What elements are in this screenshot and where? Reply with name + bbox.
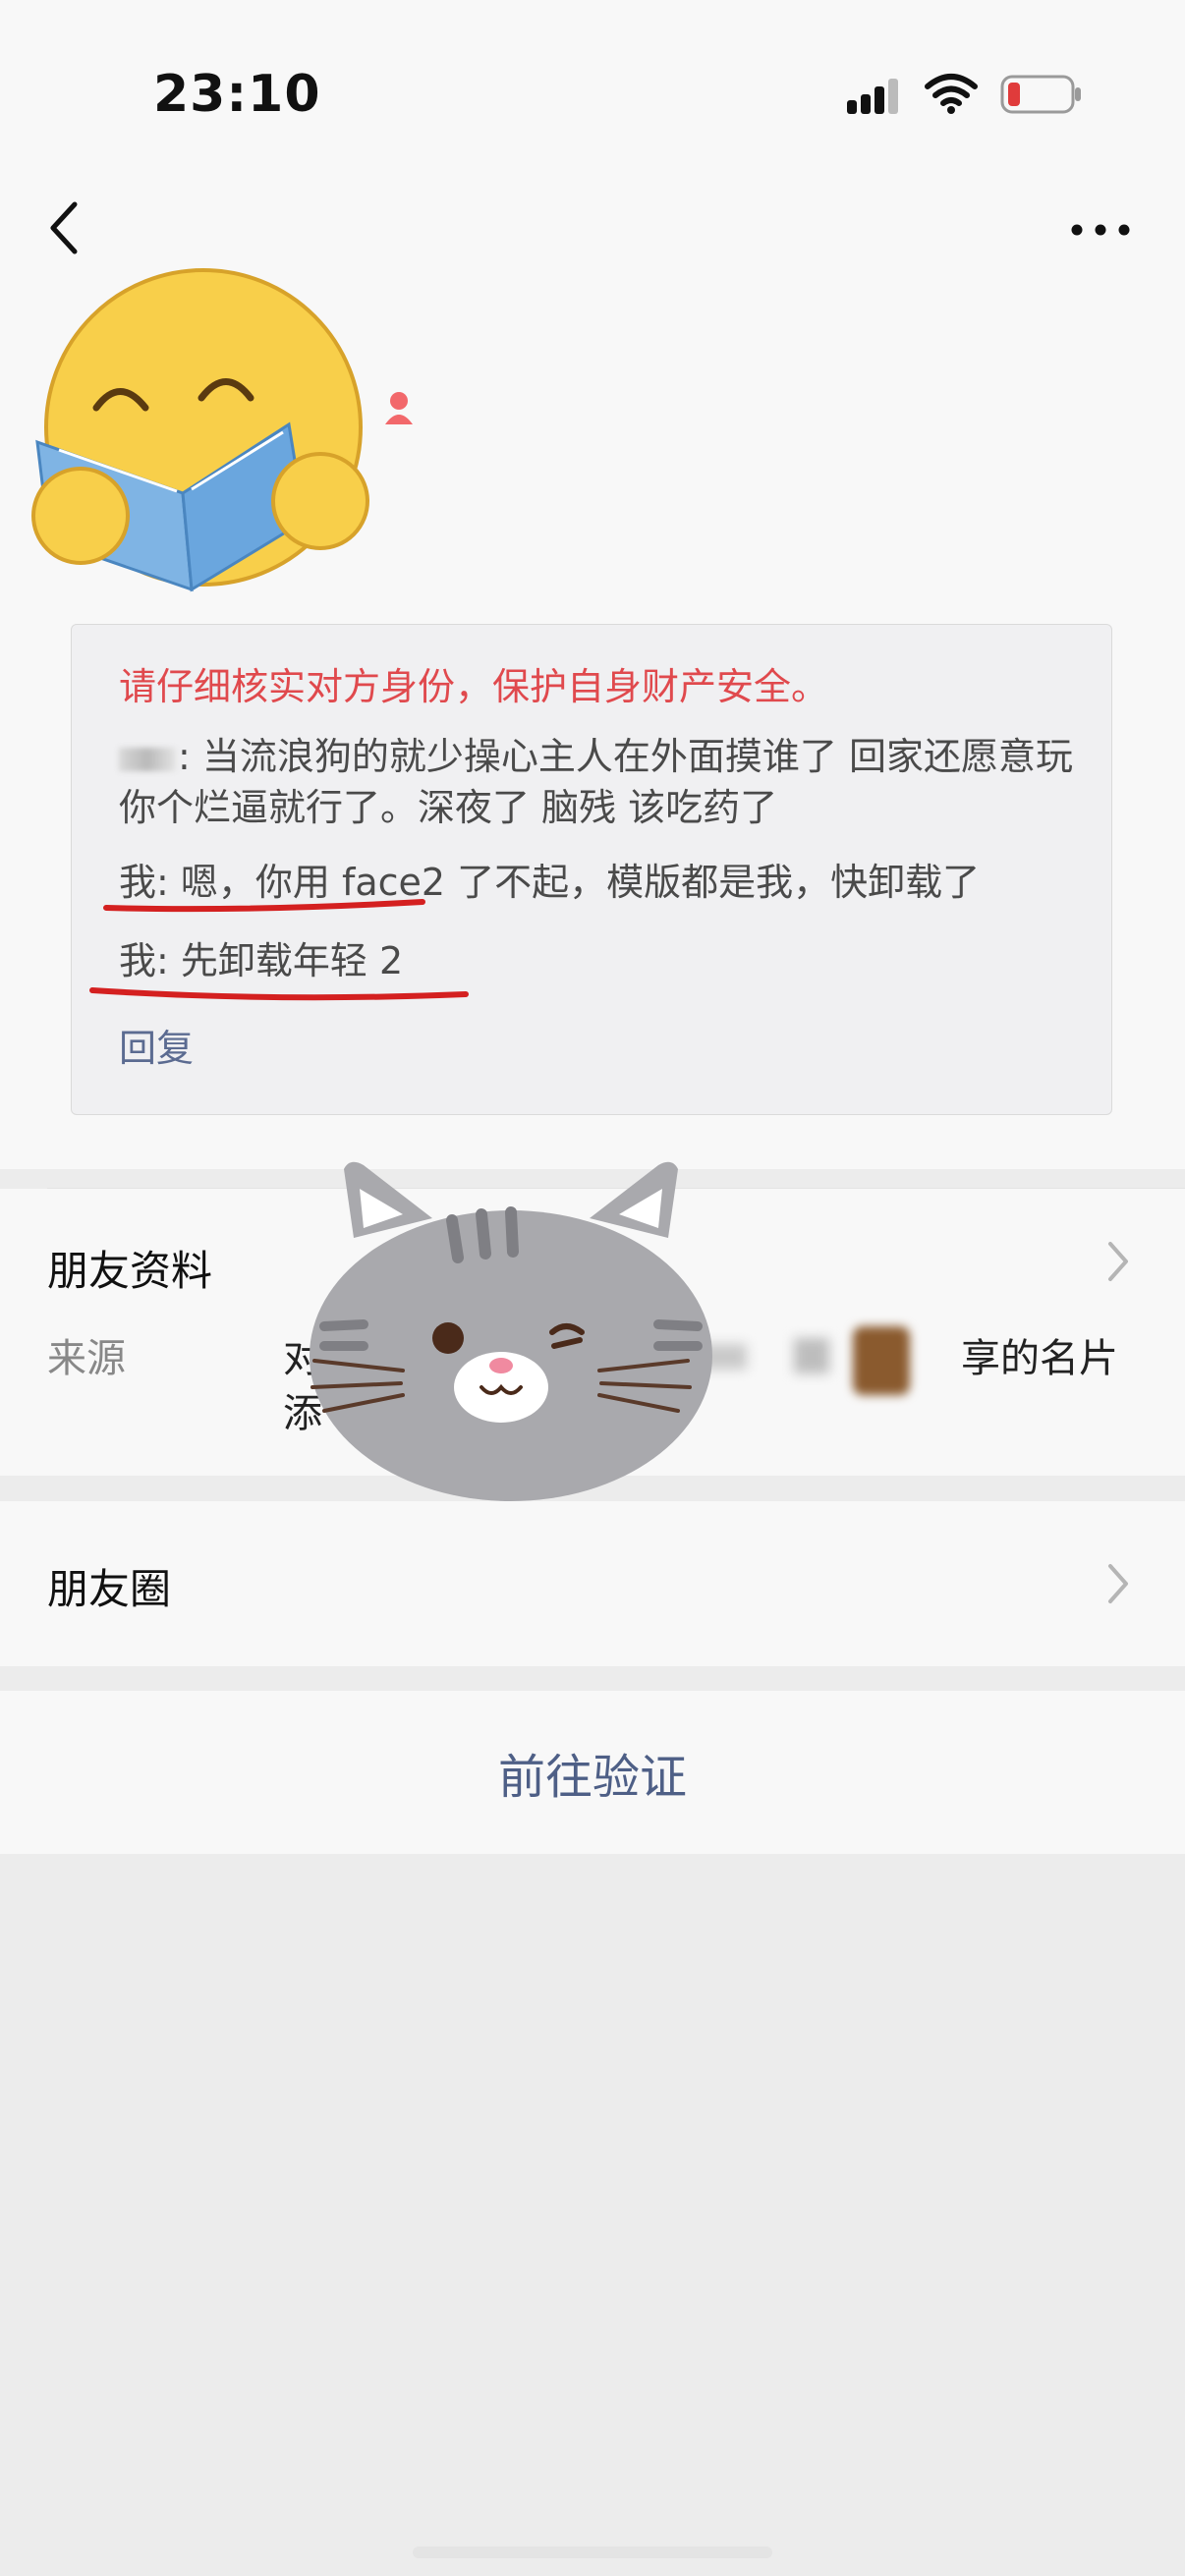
status-bar: 23:10	[0, 0, 1185, 187]
status-time: 23:10	[153, 65, 321, 124]
cellular-signal-icon	[847, 79, 898, 114]
home-indicator	[413, 2547, 772, 2558]
chevron-right-icon	[1108, 1242, 1128, 1281]
request-message-text: : 当流浪狗的就少操心主人在外面摸谁了 回家还愿意玩你个烂逼就行了。深夜了 脑残…	[119, 735, 1073, 829]
reply-link[interactable]: 回复	[119, 1018, 194, 1072]
redacted-text	[794, 1338, 829, 1373]
friend-request-message-box: 请仔细核实对方身份，保护自身财产安全。 : 当流浪狗的就少操心主人在外面摸谁了 …	[71, 624, 1112, 1115]
source-value-end: 享的名片	[961, 1336, 1118, 1381]
wifi-icon	[925, 74, 978, 114]
my-reply-2: 我: 先卸载年轻 2	[119, 939, 404, 982]
battery-low-icon	[1000, 75, 1081, 114]
avatar-emoji-sticker	[31, 268, 369, 592]
verify-button[interactable]: 前往验证	[0, 1691, 1185, 1854]
chevron-right-icon	[1108, 1564, 1128, 1603]
safety-warning: 请仔细核实对方身份，保护自身财产安全。	[119, 665, 829, 708]
chevron-left-icon[interactable]	[39, 196, 90, 259]
cat-sticker	[310, 1161, 712, 1501]
moments-title: 朋友圈	[47, 1565, 172, 1613]
friend-info-title: 朋友资料	[47, 1247, 213, 1295]
my-reply-1: 我: 嗯，你用 face2 了不起，模版都是我，快卸载了	[119, 861, 981, 904]
source-label: 来源	[47, 1336, 126, 1381]
more-dots-icon[interactable]	[1069, 210, 1132, 250]
moments-row[interactable]: 朋友圈	[0, 1501, 1185, 1666]
redacted-image	[853, 1326, 910, 1395]
redacted-name	[119, 747, 176, 771]
verify-section: 前往验证	[0, 1691, 1185, 1854]
request-message: : 当流浪狗的就少操心主人在外面摸谁了 回家还愿意玩你个烂逼就行了。深夜了 脑残…	[119, 731, 1082, 833]
female-gender-icon	[385, 392, 413, 424]
